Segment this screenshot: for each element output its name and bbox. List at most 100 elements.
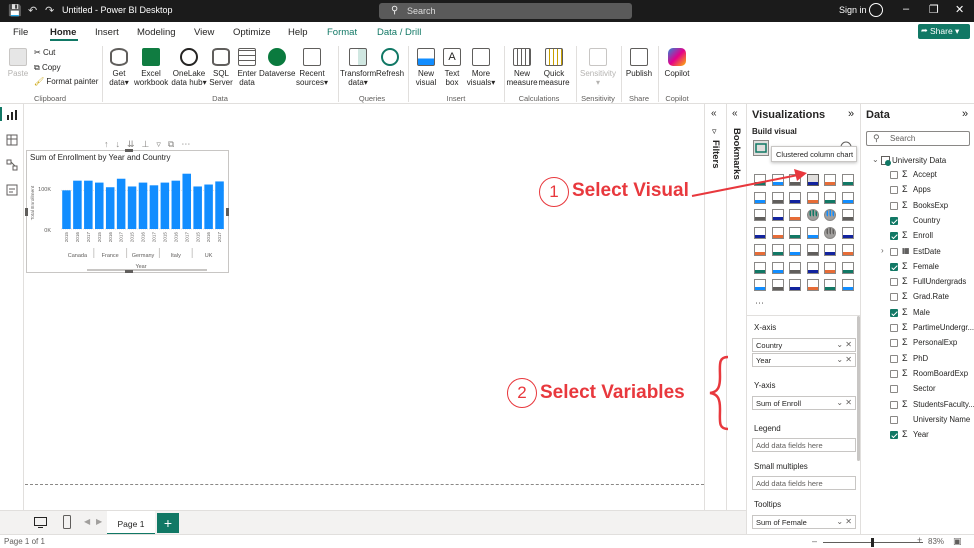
field-checkbox[interactable] <box>890 278 898 287</box>
tab-insert[interactable]: Insert <box>95 27 119 38</box>
field-item-apps[interactable]: Σ Apps <box>890 184 974 198</box>
filter-icon[interactable]: ▿ <box>156 139 168 149</box>
sql-server-button[interactable]: SQL Server <box>208 48 234 87</box>
x-axis-field-year[interactable]: Year ⌄ ✕ <box>752 353 856 367</box>
expand-down-icon[interactable]: ⇊ <box>127 139 142 149</box>
paste-button[interactable]: Paste <box>7 48 29 78</box>
new-measure-button[interactable]: New measure <box>506 48 538 87</box>
recent-sources-button[interactable]: Recent sources▾ <box>295 48 329 87</box>
chart-bar[interactable] <box>95 182 104 229</box>
resize-handle-bottom[interactable] <box>125 270 133 273</box>
bookmarks-pane-collapsed[interactable]: « Bookmarks <box>726 104 746 510</box>
save-icon[interactable]: 💾 <box>8 4 22 17</box>
next-page-icon[interactable]: ▶ <box>96 517 102 526</box>
build-visual-tab-icon[interactable] <box>753 140 769 156</box>
field-item-phd[interactable]: Σ PhD <box>890 353 974 367</box>
sign-in-link[interactable]: Sign in <box>839 5 867 15</box>
table-name-university-data[interactable]: University Data <box>892 156 946 165</box>
share-button[interactable]: ➦ Share ▾ <box>918 24 970 39</box>
field-checkbox[interactable] <box>890 216 898 225</box>
chart-bar[interactable] <box>138 182 148 229</box>
tab-home[interactable]: Home <box>50 27 76 38</box>
field-checkbox[interactable] <box>890 201 898 210</box>
100-stacked-bar-chart-icon[interactable] <box>824 174 836 186</box>
field-checkbox[interactable] <box>890 232 898 241</box>
copy-button[interactable]: ⧉ Copy <box>34 63 61 73</box>
tab-modeling[interactable]: Modeling <box>137 27 176 38</box>
drill-down-icon[interactable]: ↓ <box>116 139 128 149</box>
excel-workbook-button[interactable]: Excel workbook <box>134 48 168 87</box>
decomposition-tree-icon[interactable] <box>789 261 801 274</box>
chart-bar[interactable] <box>149 185 159 229</box>
field-checkbox[interactable] <box>890 186 898 195</box>
copilot-button[interactable]: Copilot <box>662 48 692 78</box>
enter-data-button[interactable]: Enter data <box>235 48 259 87</box>
field-checkbox[interactable] <box>890 354 898 363</box>
dax-query-view-icon[interactable] <box>6 184 18 196</box>
field-item-personalexp[interactable]: Σ PersonalExp <box>890 337 974 351</box>
small-multiples-drop-zone[interactable]: Add data fields here <box>752 476 856 490</box>
clustered-column-chart-visual[interactable]: Sum of Enrollment by Year and Country 20… <box>25 149 229 273</box>
chart-bar[interactable] <box>116 178 126 229</box>
field-checkbox[interactable] <box>890 308 898 317</box>
field-checkbox[interactable] <box>890 415 898 424</box>
field-item-accept[interactable]: Σ Accept <box>890 169 974 183</box>
chart-bar[interactable] <box>215 181 224 229</box>
card-icon[interactable] <box>841 226 854 239</box>
legend-drop-zone[interactable]: Add data fields here <box>752 438 856 452</box>
global-search-box[interactable]: ⚲ Search <box>379 3 632 19</box>
expand-chevron-icon[interactable]: › <box>881 246 884 255</box>
goals-icon[interactable] <box>841 261 854 274</box>
field-item-partimeundergr[interactable]: Σ PartimeUndergr... <box>890 322 974 336</box>
field-item-studentsfaculty[interactable]: Σ StudentsFaculty... <box>890 399 974 413</box>
maximize-icon[interactable]: ❐ <box>929 3 939 16</box>
100-stacked-column-chart-icon[interactable] <box>841 174 854 186</box>
zoom-out-icon[interactable]: – <box>812 536 817 546</box>
refresh-button[interactable]: Refresh <box>376 48 404 78</box>
dataverse-button[interactable]: Dataverse <box>259 48 295 78</box>
field-controls-icon[interactable]: ⌄ ✕ <box>836 517 852 526</box>
get-data-button[interactable]: Get data▾ <box>104 48 134 87</box>
x-axis-field-country[interactable]: Country ⌄ ✕ <box>752 338 856 352</box>
transform-data-button[interactable]: Transform data▾ <box>340 48 376 87</box>
field-item-female[interactable]: Σ Female <box>890 261 974 275</box>
field-item-estdate[interactable]: ▦ EstDate <box>890 246 974 260</box>
chart-bar[interactable] <box>73 180 82 229</box>
undo-icon[interactable]: ↶ <box>28 4 37 17</box>
filters-pane-collapsed[interactable]: « ▿ Filters <box>704 104 726 510</box>
add-page-button[interactable]: + <box>157 513 179 533</box>
donut-chart-icon[interactable] <box>824 209 836 221</box>
python-visual-icon[interactable] <box>754 261 766 274</box>
mobile-layout-icon[interactable] <box>63 515 71 529</box>
field-controls-icon[interactable]: ⌄ ✕ <box>836 340 852 349</box>
field-item-booksexp[interactable]: Σ BooksExp <box>890 200 974 214</box>
chart-bar[interactable] <box>62 190 71 229</box>
slicer-icon[interactable] <box>789 244 801 256</box>
model-view-icon[interactable] <box>6 159 18 171</box>
field-checkbox[interactable] <box>890 400 898 409</box>
more-icon[interactable] <box>841 279 854 291</box>
new-visual-button[interactable]: New visual <box>413 48 439 87</box>
horizontal-scrollbar[interactable] <box>87 269 207 271</box>
power-apps-icon[interactable] <box>771 279 784 291</box>
paginated-report-icon[interactable] <box>754 279 766 291</box>
account-icon[interactable] <box>869 3 883 17</box>
scatter-chart-icon[interactable] <box>789 209 801 221</box>
chart-bar[interactable] <box>160 182 170 229</box>
table-expand-chevron-icon[interactable]: ⌄ <box>872 155 879 164</box>
more-options-icon[interactable]: ⋯ <box>181 139 197 149</box>
filled-map-icon[interactable] <box>771 226 784 239</box>
funnel-chart-icon[interactable] <box>771 209 784 221</box>
onelake-data-hub-button[interactable]: OneLake data hub▾ <box>170 48 208 87</box>
format-painter-button[interactable]: 🖌 Format painter <box>34 77 98 86</box>
map-icon[interactable] <box>754 226 766 239</box>
chart-bar[interactable] <box>204 184 213 229</box>
field-item-country[interactable]: Country <box>890 215 974 229</box>
chart-bar[interactable] <box>182 173 191 229</box>
desktop-layout-icon[interactable] <box>34 517 47 528</box>
field-checkbox[interactable] <box>890 171 898 179</box>
field-checkbox[interactable] <box>890 339 898 348</box>
tab-view[interactable]: View <box>194 27 214 38</box>
collapse-visualizations-icon[interactable]: » <box>848 108 854 120</box>
more-visuals-ellipsis-icon[interactable]: ⋯ <box>755 298 764 309</box>
